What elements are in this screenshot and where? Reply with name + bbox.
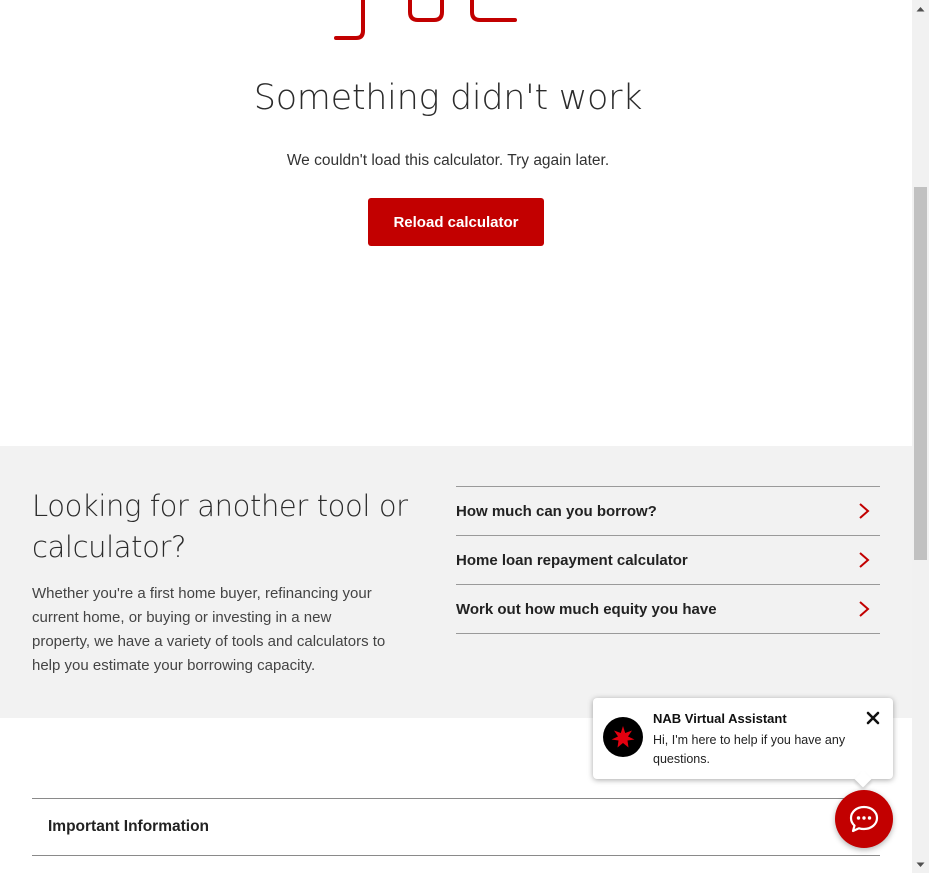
tools-link-list: How much can you borrow? Home loan repay… (456, 486, 880, 634)
virtual-assistant-popup[interactable]: NAB Virtual Assistant Hi, I'm here to he… (593, 698, 893, 779)
important-information-accordion[interactable]: Important Information (32, 798, 880, 856)
tool-link-label: Home loan repayment calculator (456, 551, 688, 569)
error-illustration (334, 0, 517, 40)
assistant-name: NAB Virtual Assistant (653, 711, 787, 726)
error-subtitle: We couldn't load this calculator. Try ag… (286, 152, 610, 169)
scrollbar-thumb[interactable] (914, 187, 927, 560)
scroll-down-arrow-icon[interactable] (912, 856, 929, 873)
tool-link-equity[interactable]: Work out how much equity you have (456, 585, 880, 634)
important-information-label: Important Information (48, 818, 210, 835)
tool-link-repayment-calculator[interactable]: Home loan repayment calculator (456, 536, 880, 585)
assistant-message: Hi, I'm here to help if you have any que… (653, 733, 846, 766)
chat-launcher-button[interactable] (835, 790, 893, 848)
chevron-right-icon (859, 601, 870, 617)
vertical-scrollbar[interactable] (912, 0, 929, 873)
close-icon[interactable] (865, 710, 881, 726)
nab-star-icon (603, 717, 643, 757)
error-title: Something didn't work (253, 78, 643, 118)
other-tools-section: Looking for another tool or calculator? … (0, 446, 912, 718)
nab-star-icon-graphic (611, 726, 635, 748)
tools-description: Whether you're a first home buyer, refin… (32, 585, 386, 674)
tool-link-label: How much can you borrow? (456, 502, 657, 520)
tool-link-borrow[interactable]: How much can you borrow? (456, 487, 880, 536)
tools-heading: Looking for another tool or calculator? (32, 489, 408, 564)
page: Something didn't work We couldn't load t… (0, 0, 912, 873)
chevron-right-icon (859, 552, 870, 568)
reload-calculator-button[interactable]: Reload calculator (368, 198, 544, 246)
scroll-up-arrow-icon[interactable] (912, 0, 929, 17)
tool-link-label: Work out how much equity you have (456, 600, 717, 618)
chat-bubble-icon (849, 805, 879, 833)
chevron-right-icon (859, 503, 870, 519)
